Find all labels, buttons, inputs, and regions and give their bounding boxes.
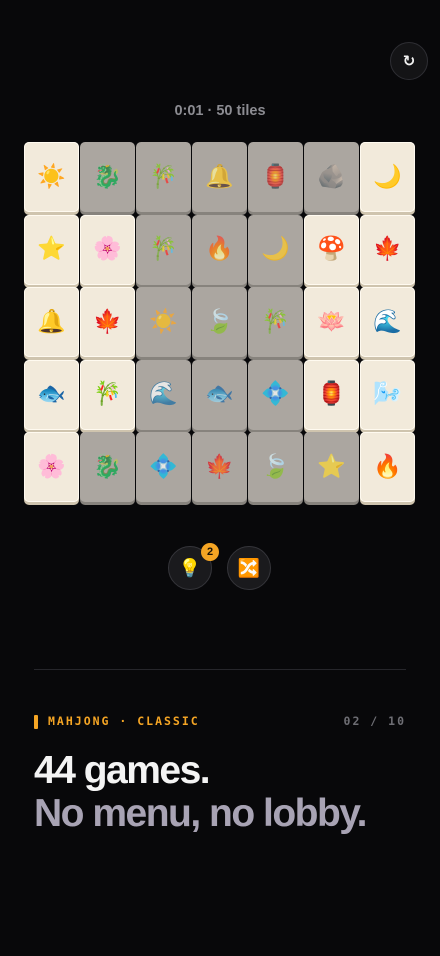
tile-lotus[interactable]: 🪷 (304, 287, 359, 357)
shuffle-icon: 🔀 (237, 557, 261, 579)
restart-icon: ↻ (402, 52, 416, 70)
fire-icon: 🔥 (205, 236, 234, 262)
subheadline: No menu, no lobby. (34, 792, 367, 835)
lantern-icon: 🏮 (317, 381, 346, 407)
blossom-icon: 🌸 (37, 453, 66, 480)
bamboo-icon: 🎋 (261, 308, 290, 335)
bamboo-icon: 🎋 (93, 381, 122, 407)
tile-leaf[interactable]: 🍃 (248, 432, 303, 502)
moon-icon: 🌙 (261, 236, 290, 262)
star-icon: ⭐ (37, 236, 66, 262)
tile-bell[interactable]: 🔔 (24, 287, 79, 357)
mushroom-icon: 🍄 (317, 236, 346, 262)
dragon-icon: 🐉 (93, 163, 122, 190)
tile-board: ☀️ 🐉 🎋 🔔 🏮 🪨 🌙 ⭐ 🌸 🎋 🔥 🌙 🍄 🍁 🔔 🍁 ☀️ 🍃 🎋 🪷 🌊 🐟 🎋 🌊 🐟 💠 🏮 🌬️ 🌸 🐉 💠 🍁 🍃 ⭐ 🔥 (24, 142, 418, 512)
tile-fire[interactable]: 🔥 (192, 214, 247, 285)
stone-icon: 🪨 (317, 163, 346, 190)
fire-icon: 🔥 (373, 453, 402, 480)
tile-dragon[interactable]: 🐉 (80, 142, 135, 212)
diamond-icon: 💠 (261, 381, 290, 407)
blossom-icon: 🌸 (93, 236, 122, 262)
tile-dragon[interactable]: 🐉 (80, 432, 135, 502)
headline: 44 games. (34, 749, 211, 792)
star-icon: ⭐ (317, 453, 346, 480)
lightbulb-icon: 💡 (178, 557, 202, 579)
tile-diamond[interactable]: 💠 (248, 359, 303, 430)
tile-sun[interactable]: ☀️ (136, 287, 191, 357)
tile-maple-leaf[interactable]: 🍁 (80, 287, 135, 357)
restart-button[interactable]: ↻ (390, 42, 428, 80)
tile-wave[interactable]: 🌊 (136, 359, 191, 430)
bell-icon: 🔔 (37, 308, 66, 335)
wave-icon: 🌊 (373, 308, 402, 335)
maple-leaf-icon: 🍁 (205, 453, 234, 480)
diamond-icon: 💠 (149, 453, 178, 480)
tile-leaf[interactable]: 🍃 (192, 287, 247, 357)
wind-icon: 🌬️ (373, 381, 402, 407)
bamboo-icon: 🎋 (149, 163, 178, 190)
tile-bamboo[interactable]: 🎋 (136, 142, 191, 212)
tile-bamboo[interactable]: 🎋 (80, 359, 135, 430)
tile-diamond[interactable]: 💠 (136, 432, 191, 502)
tile-maple-leaf[interactable]: 🍁 (360, 214, 415, 285)
fish-icon: 🐟 (37, 381, 66, 407)
wave-icon: 🌊 (149, 381, 178, 407)
bamboo-icon: 🎋 (149, 236, 178, 262)
bell-icon: 🔔 (205, 163, 234, 190)
maple-leaf-icon: 🍁 (93, 308, 122, 335)
sun-icon: ☀️ (37, 163, 66, 190)
tile-bamboo[interactable]: 🎋 (136, 214, 191, 285)
sun-icon: ☀️ (149, 308, 178, 335)
maple-leaf-icon: 🍁 (373, 236, 402, 262)
game-category-label: MAHJONG · CLASSIC (48, 714, 200, 728)
dragon-icon: 🐉 (93, 453, 122, 480)
tile-wave[interactable]: 🌊 (360, 287, 415, 357)
tile-stone[interactable]: 🪨 (304, 142, 359, 212)
tile-star[interactable]: ⭐ (24, 214, 79, 285)
leaf-icon: 🍃 (205, 308, 234, 335)
tile-moon[interactable]: 🌙 (360, 142, 415, 212)
tile-moon[interactable]: 🌙 (248, 214, 303, 285)
tile-star[interactable]: ⭐ (304, 432, 359, 502)
shuffle-button[interactable]: 🔀 (227, 546, 271, 590)
tile-maple-leaf[interactable]: 🍁 (192, 432, 247, 502)
slide-counter: 02 / 10 (343, 714, 406, 728)
tile-fire[interactable]: 🔥 (360, 432, 415, 502)
lotus-icon: 🪷 (317, 308, 346, 335)
fish-icon: 🐟 (205, 381, 234, 407)
tile-bell[interactable]: 🔔 (192, 142, 247, 212)
tile-wind[interactable]: 🌬️ (360, 359, 415, 430)
moon-icon: 🌙 (373, 163, 402, 190)
hint-count-badge: 2 (201, 543, 219, 561)
tile-fish[interactable]: 🐟 (192, 359, 247, 430)
divider (34, 669, 406, 670)
game-status: 0:01 · 50 tiles (174, 103, 266, 119)
tile-blossom[interactable]: 🌸 (24, 432, 79, 502)
tile-bamboo[interactable]: 🎋 (248, 287, 303, 357)
kicker-accent-bar (34, 715, 38, 729)
tile-lantern[interactable]: 🏮 (304, 359, 359, 430)
leaf-icon: 🍃 (261, 453, 290, 480)
tile-mushroom[interactable]: 🍄 (304, 214, 359, 285)
tile-blossom[interactable]: 🌸 (80, 214, 135, 285)
tile-fish[interactable]: 🐟 (24, 359, 79, 430)
tile-sun[interactable]: ☀️ (24, 142, 79, 212)
lantern-icon: 🏮 (261, 163, 290, 190)
tile-lantern[interactable]: 🏮 (248, 142, 303, 212)
